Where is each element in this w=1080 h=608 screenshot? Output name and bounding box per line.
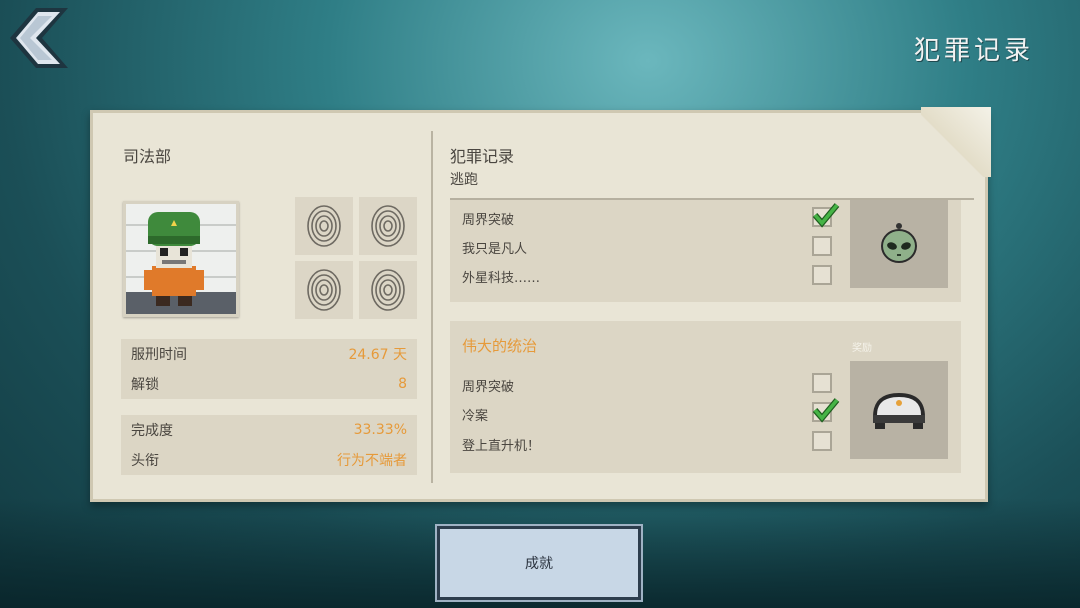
reward-image — [850, 361, 948, 459]
back-arrow-icon — [10, 8, 68, 68]
reward-label: 奖励 — [852, 343, 872, 354]
stat-value: 行为不端者 — [337, 453, 407, 469]
record-item: 我只是凡人 — [462, 242, 528, 257]
record-checkbox — [812, 431, 832, 451]
checkmark-icon — [812, 398, 840, 423]
checkmark-icon — [812, 203, 840, 228]
page-title: 犯罪记录 — [913, 36, 1034, 66]
progress-stats: 完成度 33.33% 头衔 行为不端者 — [121, 415, 417, 475]
record-item: 周界突破 — [462, 213, 515, 228]
record-item: 周界突破 — [462, 380, 515, 395]
back-button[interactable] — [6, 6, 72, 70]
record-item: 冷案 — [462, 409, 489, 424]
record-checkbox — [812, 265, 832, 285]
stat-row-title: 头衔 行为不端者 — [121, 445, 417, 475]
stat-row-time: 服刑时间 24.67 天 — [121, 339, 417, 369]
mugshot-photo — [123, 201, 239, 317]
reward-image — [850, 200, 948, 288]
fingerprint-icon — [359, 197, 417, 255]
divider — [431, 131, 433, 483]
alien-head-icon — [881, 223, 917, 263]
stat-value: 33.33% — [353, 422, 407, 438]
fingerprint-icon — [295, 261, 353, 319]
achievements-button[interactable]: 成就 — [435, 524, 643, 602]
stat-value: 8 — [398, 376, 407, 392]
stat-label: 服刑时间 — [131, 347, 187, 363]
record-checkbox — [812, 398, 840, 423]
record-checkbox — [812, 236, 832, 256]
card-title: 伟大的统治 — [462, 337, 538, 355]
record-paper: 司法部 服刑时间 24.67 天 解锁 8 完成度 33.33% 头衔 行为不端… — [90, 107, 991, 502]
fingerprints — [295, 197, 417, 319]
police-helmet-icon — [873, 393, 925, 429]
department-title: 司法部 — [123, 147, 172, 166]
sentence-stats: 服刑时间 24.67 天 解锁 8 — [121, 339, 417, 399]
record-checkbox — [812, 373, 832, 393]
fingerprint-icon — [359, 261, 417, 319]
records-category: 逃跑 — [450, 172, 478, 188]
record-item: 外星科技…… — [462, 271, 541, 286]
stat-label: 完成度 — [131, 423, 173, 439]
record-checkbox — [812, 203, 840, 228]
stat-value: 24.67 天 — [348, 347, 407, 363]
stat-row-unlocked: 解锁 8 — [121, 369, 417, 399]
stat-label: 解锁 — [131, 377, 159, 393]
record-item: 登上直升机！ — [462, 439, 541, 454]
records-title: 犯罪记录 — [450, 147, 515, 166]
record-card-escape: 周界突破 我只是凡人 外星科技…… — [450, 200, 961, 302]
fingerprint-icon — [295, 197, 353, 255]
record-card-great-reign: 伟大的统治 奖励 周界突破 冷案 登上直升机！ — [450, 321, 961, 473]
stat-row-completion: 完成度 33.33% — [121, 415, 417, 445]
stat-label: 头衔 — [131, 453, 159, 469]
